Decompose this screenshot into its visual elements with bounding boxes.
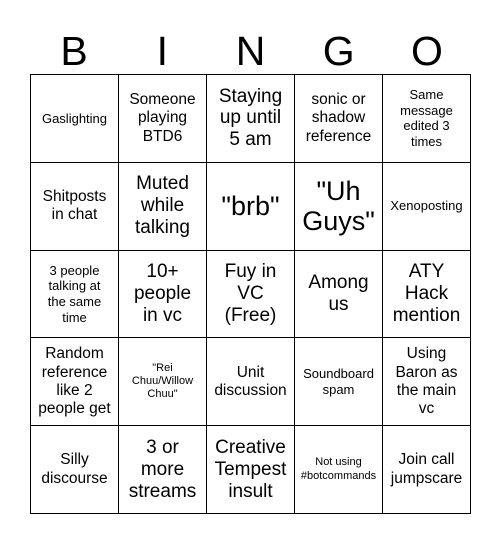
bingo-cell-label: Silly discourse xyxy=(41,451,108,487)
header-letter-g: G xyxy=(322,28,355,74)
bingo-cell-r1c2[interactable]: Someone playing BTD6 xyxy=(119,75,207,163)
bingo-cell-r5c2[interactable]: 3 or more streams xyxy=(119,426,207,514)
bingo-cell-r4c1[interactable]: Random reference like 2 people get xyxy=(31,338,119,427)
bingo-cell-label: sonic or shadow reference xyxy=(305,90,372,145)
bingo-cell-r4c4[interactable]: Soundboard spam xyxy=(295,338,383,427)
bingo-cell-r5c3[interactable]: Creative Tempest insult xyxy=(207,426,295,514)
bingo-cell-r3c5[interactable]: ATY Hack mention xyxy=(383,250,471,339)
bingo-cell-r1c3[interactable]: Staying up until 5 am xyxy=(207,75,295,163)
bingo-cell-label: Join call jumpscare xyxy=(390,451,463,487)
bingo-cell-r1c1[interactable]: Gaslighting xyxy=(31,75,119,163)
bingo-cell-r5c1[interactable]: Silly discourse xyxy=(31,426,119,514)
bingo-cell-r3c2[interactable]: 10+ people in vc xyxy=(119,250,207,339)
bingo-cell-label: Fuy in VC (Free) xyxy=(224,261,277,326)
bingo-cell-label: 3 or more streams xyxy=(128,436,197,502)
bingo-cell-r5c4[interactable]: Not using #botcommands xyxy=(295,426,383,514)
bingo-cell-label: 3 people talking at the same time xyxy=(47,262,102,325)
bingo-cell-r3c4[interactable]: Among us xyxy=(295,250,383,339)
bingo-cell-r2c2[interactable]: Muted while talking xyxy=(119,162,207,251)
bingo-cell-r3c3[interactable]: Fuy in VC (Free) xyxy=(207,250,295,339)
bingo-cell-label: Shitposts in chat xyxy=(42,187,107,224)
bingo-cell-label: Among us xyxy=(308,272,369,315)
bingo-cell-label: Someone playing BTD6 xyxy=(129,90,196,145)
bingo-cell-r4c5[interactable]: Using Baron as the main vc xyxy=(383,338,471,427)
header-letter-o: O xyxy=(410,28,443,74)
bingo-cell-label: "Uh Guys" xyxy=(302,175,375,237)
bingo-cell-label: Soundboard spam xyxy=(303,366,374,397)
bingo-cell-label: Gaslighting xyxy=(41,110,108,126)
bingo-cell-label: Unit discussion xyxy=(214,363,287,399)
bingo-card: B I N G O Gaslighting Someone playing BT… xyxy=(0,0,500,544)
bingo-cell-label: Xenoposting xyxy=(390,198,463,214)
bingo-cell-label: Muted while talking xyxy=(135,173,190,239)
bingo-cell-label: Staying up until 5 am xyxy=(218,85,283,151)
bingo-header-row: B I N G O xyxy=(30,14,471,74)
bingo-cell-label: Using Baron as the main vc xyxy=(395,345,458,418)
header-letter-b: B xyxy=(60,28,88,74)
bingo-cell-label: Random reference like 2 people get xyxy=(38,345,111,418)
bingo-cell-r4c3[interactable]: Unit discussion xyxy=(207,338,295,427)
bingo-cell-label: Creative Tempest insult xyxy=(214,436,287,502)
bingo-cell-label: 10+ people in vc xyxy=(133,261,192,326)
bingo-cell-r1c5[interactable]: Same message edited 3 times xyxy=(383,75,471,163)
bingo-cell-r1c4[interactable]: sonic or shadow reference xyxy=(295,75,383,163)
bingo-cell-label: Same message edited 3 times xyxy=(400,87,453,149)
bingo-cell-r3c1[interactable]: 3 people talking at the same time xyxy=(31,250,119,339)
bingo-cell-label: "Rei Chuu/Willow Chuu" xyxy=(131,362,194,401)
bingo-cell-r2c5[interactable]: Xenoposting xyxy=(383,162,471,251)
bingo-cell-r2c4[interactable]: "Uh Guys" xyxy=(295,162,383,251)
bingo-cell-r2c1[interactable]: Shitposts in chat xyxy=(31,162,119,251)
bingo-cell-r2c3[interactable]: "brb" xyxy=(207,162,295,251)
bingo-cell-label: Not using #botcommands xyxy=(300,456,377,482)
header-letter-n: N xyxy=(235,28,266,74)
header-letter-i: I xyxy=(156,28,168,74)
bingo-cell-r5c5[interactable]: Join call jumpscare xyxy=(383,426,471,514)
bingo-cell-r4c2[interactable]: "Rei Chuu/Willow Chuu" xyxy=(119,338,207,427)
bingo-grid: Gaslighting Someone playing BTD6 Staying… xyxy=(30,74,471,514)
bingo-cell-label: "brb" xyxy=(221,191,280,222)
bingo-cell-label: ATY Hack mention xyxy=(392,261,461,326)
